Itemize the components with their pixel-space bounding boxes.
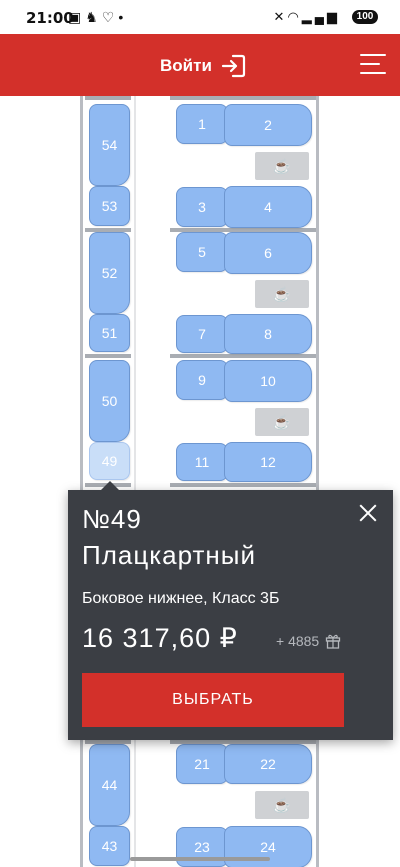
heart-icon: ♡ <box>101 9 119 25</box>
seat-info-popup: №49 Плацкартный Боковое нижнее, Класс 3Б… <box>68 481 393 740</box>
seat-12[interactable]: 12 <box>224 442 312 482</box>
seat-43[interactable]: 43 <box>89 826 130 866</box>
close-icon[interactable] <box>357 502 379 524</box>
coffee-icon: ☕ <box>273 413 291 430</box>
seat-8[interactable]: 8 <box>224 314 312 354</box>
seat-3[interactable]: 3 <box>176 187 228 227</box>
seat-52[interactable]: 52 <box>89 232 130 314</box>
seat-10[interactable]: 10 <box>224 360 312 402</box>
status-right-icons: ✕◠▂▄▆ <box>274 9 340 25</box>
signal-icon: ▂▄▆ <box>301 9 340 24</box>
car-wall-aisle <box>134 96 136 867</box>
table: ☕ <box>255 791 309 819</box>
dot-icon: • <box>118 9 128 25</box>
compartment-divider <box>170 96 316 100</box>
popup-bonus: + 4885 <box>276 633 341 649</box>
table: ☕ <box>255 152 309 180</box>
car-wall-right <box>316 96 319 867</box>
seat-4[interactable]: 4 <box>224 186 312 228</box>
battery-indicator: 100 <box>352 10 378 24</box>
seat-1[interactable]: 1 <box>176 104 228 144</box>
status-left-icons: ▣♞♡• <box>68 9 127 26</box>
popup-arrow <box>100 481 120 491</box>
gift-icon <box>326 634 341 649</box>
car-scheme: 54 53 52 51 50 49 44 43 1 2 ☕ 3 4 5 6 ☕ … <box>0 96 400 867</box>
table: ☕ <box>255 408 309 436</box>
seat-9[interactable]: 9 <box>176 360 228 400</box>
compartment-divider <box>170 354 316 358</box>
seat-51[interactable]: 51 <box>89 314 130 352</box>
popup-car-type: Плацкартный <box>82 540 256 570</box>
popup-seat-number: №49 <box>82 504 142 534</box>
seat-22[interactable]: 22 <box>224 744 312 784</box>
bonus-value: + 4885 <box>276 633 320 649</box>
gallery-icon: ▣ <box>68 9 86 25</box>
notification-icon: ♞ <box>85 9 102 25</box>
seat-23[interactable]: 23 <box>176 827 228 867</box>
status-time: 21:00 <box>26 9 74 27</box>
login-label: Войти <box>160 56 212 75</box>
seat-7[interactable]: 7 <box>176 315 228 353</box>
app-header: Войти <box>0 34 400 96</box>
compartment-divider <box>170 483 316 487</box>
popup-price: 16 317,60 ₽ <box>82 623 238 653</box>
seat-5[interactable]: 5 <box>176 232 228 272</box>
coffee-icon: ☕ <box>273 796 291 813</box>
select-seat-button[interactable]: ВЫБРАТЬ <box>82 673 344 727</box>
seat-2[interactable]: 2 <box>224 104 312 146</box>
seat-54[interactable]: 54 <box>89 104 130 186</box>
compartment-divider <box>85 96 131 100</box>
car-wall-left <box>80 96 83 867</box>
home-indicator[interactable] <box>130 857 270 861</box>
seat-11[interactable]: 11 <box>176 443 228 481</box>
compartment-divider <box>85 354 131 358</box>
seat-21[interactable]: 21 <box>176 744 228 784</box>
seat-44[interactable]: 44 <box>89 744 130 826</box>
seat-50[interactable]: 50 <box>89 360 130 442</box>
coffee-icon: ☕ <box>273 285 291 302</box>
coffee-icon: ☕ <box>273 157 291 174</box>
table: ☕ <box>255 280 309 308</box>
login-icon <box>221 54 245 78</box>
seat-6[interactable]: 6 <box>224 232 312 274</box>
login-button[interactable]: Войти <box>160 52 246 80</box>
seat-53[interactable]: 53 <box>89 186 130 226</box>
status-bar: 21:00 ▣♞♡• ✕◠▂▄▆ 100 <box>0 0 400 34</box>
popup-seat-description: Боковое нижнее, Класс 3Б <box>82 590 280 607</box>
wifi-icon: ◠ <box>287 9 302 24</box>
menu-icon[interactable] <box>360 54 386 76</box>
seat-49[interactable]: 49 <box>89 442 130 480</box>
mute-icon: ✕ <box>273 9 288 24</box>
